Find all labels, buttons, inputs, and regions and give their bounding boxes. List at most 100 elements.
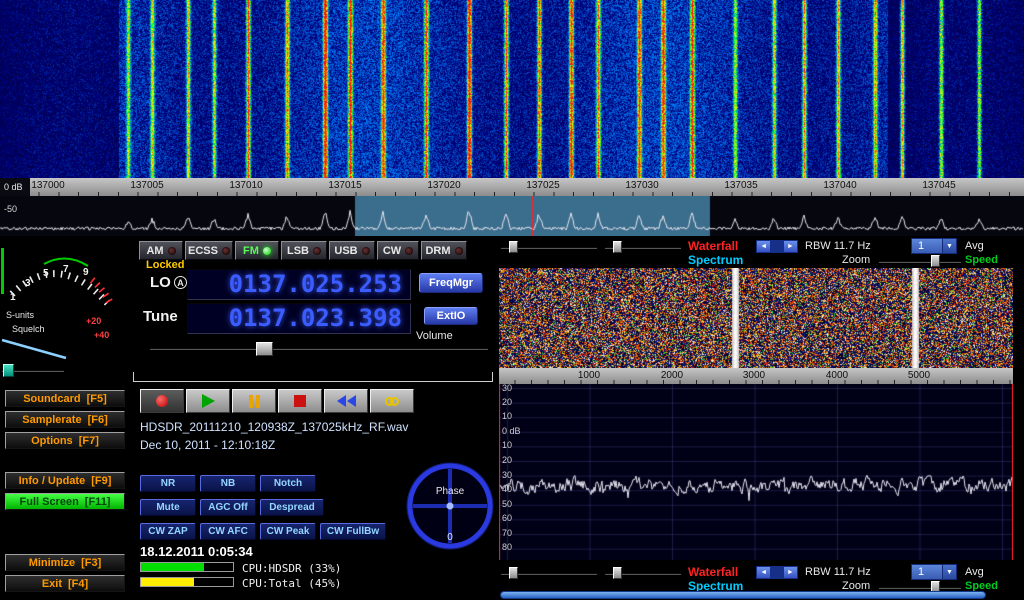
zoom-label-top: Zoom — [842, 254, 870, 266]
phase-value: 0 — [447, 532, 453, 543]
zoom-slider-top[interactable] — [879, 260, 961, 263]
phase-indicator[interactable]: Phase 0 — [405, 461, 495, 551]
button-label: Exit — [42, 578, 62, 590]
smeter-tick: 5 — [43, 268, 49, 279]
brightness-slider-handle-bottom[interactable] — [509, 567, 518, 579]
nr-button[interactable]: NR — [140, 475, 196, 492]
display-controls-bottom: Waterfall ◄ ► RBW 11.7 Hz 1 ▼ Avg Spectr… — [497, 564, 1024, 600]
avg-dropdown-bottom[interactable]: 1 ▼ — [911, 564, 957, 580]
playback-controls — [140, 389, 414, 413]
nb-button[interactable]: NB — [200, 475, 256, 492]
led-off-icon — [455, 247, 463, 255]
phase-dot — [447, 503, 454, 510]
cw-peak-button[interactable]: CW Peak — [260, 523, 316, 540]
loop-button[interactable] — [370, 389, 414, 413]
scroll-left-icon[interactable]: ◄ — [757, 241, 770, 253]
ruler-label: 137015 — [305, 180, 385, 191]
cw-fullbw-button[interactable]: CW FullBw — [320, 523, 386, 540]
chevron-down-icon[interactable]: ▼ — [942, 239, 956, 253]
db-label: 10 — [502, 412, 512, 421]
smeter-tick: 1 — [10, 292, 16, 303]
lo-frequency-display[interactable]: 0137.025.253 — [187, 269, 411, 300]
mode-drm[interactable]: DRM — [421, 241, 467, 260]
volume-slider-handle[interactable] — [256, 342, 273, 356]
record-icon — [156, 395, 168, 407]
display-controls-top: Waterfall ◄ ► RBW 11.7 Hz 1 ▼ Avg Spectr… — [497, 238, 1024, 268]
audio-waterfall-display[interactable] — [499, 268, 1013, 368]
waterfall-scroll-top[interactable]: ◄ ► — [756, 240, 798, 253]
audio-frequency-ruler[interactable]: 1000 2000 3000 4000 5000 — [499, 368, 1013, 384]
mute-button[interactable]: Mute — [140, 499, 196, 516]
rewind-button[interactable] — [324, 389, 368, 413]
chevron-down-icon[interactable]: ▼ — [942, 565, 956, 579]
samplerate-button[interactable]: Samplerate [F6] — [5, 411, 125, 428]
info-update-button[interactable]: Info / Update [F9] — [5, 472, 125, 489]
record-button[interactable] — [140, 389, 184, 413]
zoom-slider-handle-top[interactable] — [931, 255, 940, 267]
contrast-slider-handle-bottom[interactable] — [613, 567, 622, 579]
led-off-icon — [362, 247, 370, 255]
freqmgr-button[interactable]: FreqMgr — [419, 273, 483, 293]
avg-dropdown-top[interactable]: 1 ▼ — [911, 238, 957, 254]
ruler-label: 137005 — [107, 180, 187, 191]
extio-button[interactable]: ExtIO — [424, 307, 478, 325]
db-label: 30 — [502, 384, 512, 393]
volume-slider[interactable] — [150, 347, 488, 350]
ruler-label: 137025 — [503, 180, 583, 191]
scroll-right-icon[interactable]: ► — [784, 241, 797, 253]
tune-label: Tune — [143, 308, 178, 325]
scroll-right-icon[interactable]: ► — [784, 567, 797, 579]
ruler-label: 5000 — [894, 370, 944, 381]
mode-cw[interactable]: CW — [377, 241, 419, 260]
cw-zap-button[interactable]: CW ZAP — [140, 523, 196, 540]
zoom-slider-bottom[interactable] — [879, 586, 961, 589]
waterfall-label-top[interactable]: Waterfall — [688, 239, 738, 253]
waterfall-scroll-bottom[interactable]: ◄ ► — [756, 566, 798, 579]
stop-button[interactable] — [278, 389, 322, 413]
fullscreen-button[interactable]: Full Screen [F11] — [5, 493, 125, 510]
main-spectrum-display[interactable] — [0, 196, 1024, 236]
mode-lsb[interactable]: LSB — [281, 241, 327, 260]
button-hotkey: [F9] — [91, 475, 111, 487]
led-off-icon — [313, 247, 321, 255]
soundcard-button[interactable]: Soundcard [F5] — [5, 390, 125, 407]
rbw-label-bottom: RBW 11.7 Hz — [805, 566, 871, 578]
db-label: 10 — [502, 441, 512, 450]
frequency-ruler[interactable]: 137000 137005 137010 137015 137020 13702… — [0, 178, 1024, 196]
button-label: Options — [31, 435, 73, 447]
ruler-label: 1000 — [564, 370, 614, 381]
cpu-hdsdr-fill — [141, 563, 204, 571]
pause-button[interactable] — [232, 389, 276, 413]
cw-afc-button[interactable]: CW AFC — [200, 523, 256, 540]
despread-button[interactable]: Despread — [260, 499, 324, 516]
recording-timestamp: Dec 10, 2011 - 12:10:18Z — [140, 438, 275, 452]
options-button[interactable]: Options [F7] — [5, 432, 125, 449]
scroll-left-icon[interactable]: ◄ — [757, 567, 770, 579]
button-hotkey: [F7] — [79, 435, 99, 447]
mode-label: DRM — [425, 245, 450, 257]
spectrum-label-top[interactable]: Spectrum — [688, 253, 743, 267]
mode-am[interactable]: AM — [139, 241, 183, 260]
squelch-slider-handle[interactable] — [3, 364, 14, 377]
db-scale: 30 20 10 0 dB 10 20 30 40 50 60 70 80 — [502, 384, 532, 560]
waterfall-label-bottom[interactable]: Waterfall — [688, 565, 738, 579]
agc-off-button[interactable]: AGC Off — [200, 499, 256, 516]
notch-button[interactable]: Notch — [260, 475, 316, 492]
minimize-button[interactable]: Minimize [F3] — [5, 554, 125, 571]
brightness-slider-handle-top[interactable] — [509, 241, 518, 253]
mode-label: AM — [146, 245, 163, 257]
speed-label-top: Speed — [965, 254, 998, 266]
mode-ecss[interactable]: ECSS — [185, 241, 233, 260]
mode-usb[interactable]: USB — [329, 241, 375, 260]
led-on-icon — [263, 247, 271, 255]
led-off-icon — [168, 247, 176, 255]
audio-spectrum-display[interactable] — [499, 384, 1013, 560]
contrast-slider-handle-top[interactable] — [613, 241, 622, 253]
main-waterfall-display[interactable] — [0, 0, 1024, 178]
pan-zoom-bar[interactable] — [500, 591, 986, 599]
tune-frequency-display[interactable]: 0137.023.398 — [187, 303, 411, 334]
lo-a-badge[interactable]: A — [174, 276, 187, 289]
play-button[interactable] — [186, 389, 230, 413]
exit-button[interactable]: Exit [F4] — [5, 575, 125, 592]
mode-fm[interactable]: FM — [235, 241, 279, 260]
